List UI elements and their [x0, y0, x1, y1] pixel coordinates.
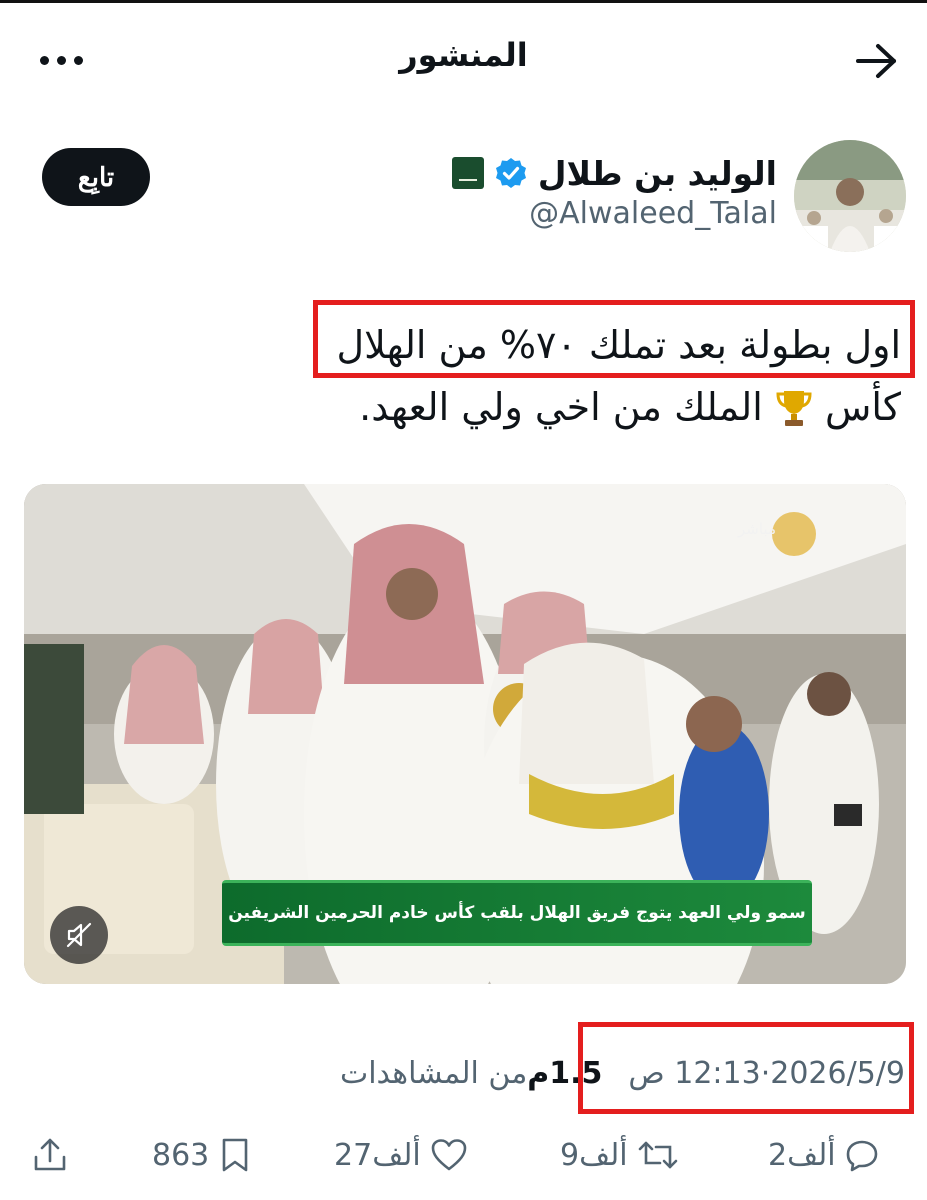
header-bar: المنشور	[0, 22, 927, 102]
views-label: من المشاهدات	[339, 1055, 528, 1091]
bookmark-count: 863	[152, 1137, 210, 1173]
follow-button[interactable]: تابِع	[42, 148, 150, 206]
reply-count: 2ألف	[768, 1137, 836, 1173]
repost-count: 9ألف	[560, 1137, 628, 1173]
tweet-line-2-start: كأس	[812, 385, 901, 429]
bookmark-icon	[222, 1138, 248, 1172]
author-name[interactable]: الوليد بن طلال	[538, 154, 777, 193]
repost-action[interactable]: 9ألف	[560, 1130, 680, 1180]
top-border	[0, 0, 927, 3]
like-count: 27ألف	[334, 1137, 421, 1173]
trophy-icon	[776, 391, 812, 426]
back-arrow-icon[interactable]	[852, 38, 902, 84]
page-title: المنشور	[399, 36, 528, 74]
reply-icon	[846, 1140, 877, 1172]
heart-icon	[431, 1139, 467, 1171]
author-handle[interactable]: @Alwaleed_Talal	[529, 196, 777, 231]
share-action[interactable]	[30, 1130, 70, 1180]
tweet-line-2-end: الملك من اخي ولي العهد.	[359, 385, 775, 429]
author-name-row: الوليد بن طلال	[451, 148, 777, 198]
share-icon	[34, 1138, 66, 1171]
highlight-box-text	[313, 300, 915, 378]
action-bar: 2ألف 9ألف 27ألف 863	[0, 1130, 927, 1180]
mute-icon[interactable]	[50, 906, 108, 964]
channel-label: مباشر	[738, 520, 776, 538]
reply-action[interactable]: 2ألف	[768, 1130, 880, 1180]
verified-badge-icon	[495, 158, 526, 188]
highlight-box-date	[578, 1022, 914, 1114]
avatar[interactable]	[794, 140, 906, 252]
repost-icon	[638, 1141, 677, 1169]
tweet-line-2: كأس الملك من اخي ولي العهد.	[21, 376, 901, 438]
news-ticker-banner: سمو ولي العهد يتوج فريق الهلال بلقب كأس …	[222, 880, 812, 946]
like-action[interactable]: 27ألف	[334, 1130, 469, 1180]
saudi-flag-badge-icon	[451, 157, 484, 189]
bookmark-action[interactable]: 863	[152, 1130, 253, 1180]
